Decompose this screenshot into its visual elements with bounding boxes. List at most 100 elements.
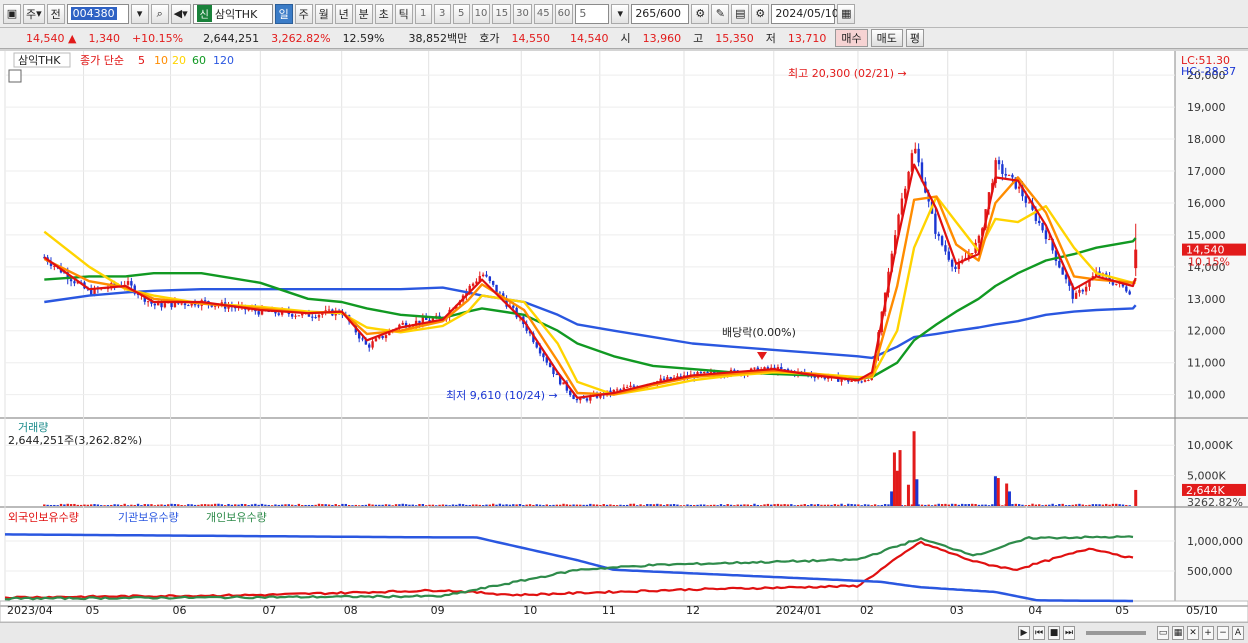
volume-bar: [756, 504, 760, 506]
drawing-tools-icon[interactable]: ✎: [711, 3, 730, 24]
count-field[interactable]: 265/600: [631, 3, 690, 24]
code-dropdown-icon[interactable]: ▾: [130, 3, 149, 24]
minute-3-button[interactable]: 3: [433, 3, 451, 24]
ma-legend-period: 10: [154, 54, 168, 67]
volume-bar: [625, 504, 629, 506]
volume-bar: [679, 505, 682, 506]
volume-bar: [150, 504, 153, 506]
sell-button[interactable]: 매도: [870, 29, 903, 47]
volume-bar: [327, 504, 331, 506]
zoom-in-button[interactable]: +: [1202, 626, 1214, 640]
stop-button[interactable]: ■: [1048, 626, 1060, 640]
period-year-button[interactable]: 년: [334, 3, 353, 24]
font-size-button[interactable]: A: [1232, 626, 1244, 640]
search-icon[interactable]: ⌕: [150, 3, 169, 24]
price-tick-label: 13,000: [1187, 293, 1226, 306]
volume-bar: [445, 504, 448, 506]
forward-button[interactable]: ⏭: [1063, 626, 1075, 640]
volume-bar: [636, 505, 639, 506]
crosshair-icon[interactable]: ✕: [1187, 626, 1199, 640]
volume-bar: [1105, 503, 1108, 506]
period-week-button[interactable]: 주: [294, 3, 313, 24]
volume-bar: [401, 503, 404, 506]
volume-bar: [806, 505, 810, 506]
volume-tick-label: 10,000K: [1187, 439, 1233, 452]
candle-body: [1001, 164, 1004, 174]
save-icon[interactable]: ▤: [731, 3, 750, 24]
candle-settings-icon[interactable]: ⚙: [691, 3, 710, 24]
volume-bar: [1051, 503, 1054, 506]
volume-bar: [706, 505, 709, 506]
holdings-tick-label: 500,000: [1187, 565, 1233, 578]
volume-bar: [421, 503, 425, 506]
period-day-button[interactable]: 일: [274, 3, 293, 24]
period-minute-button[interactable]: 분: [354, 3, 373, 24]
volume-bar: [451, 504, 455, 506]
prev-button[interactable]: 전: [46, 3, 65, 24]
volume-bar: [180, 504, 183, 506]
calendar-icon[interactable]: ▦: [837, 3, 856, 24]
minute-5-button[interactable]: 5: [452, 3, 470, 24]
candle-body: [629, 385, 632, 388]
minute-15-button[interactable]: 15: [492, 3, 512, 24]
interval-dropdown-icon[interactable]: ▾: [611, 3, 630, 24]
date-input[interactable]: 2024/05/10: [771, 3, 839, 24]
zoom-out-button[interactable]: −: [1217, 626, 1229, 640]
volume-bar: [217, 503, 220, 506]
volume-bar: [337, 505, 341, 506]
volume-bar: [394, 504, 398, 506]
candle-body: [69, 279, 73, 282]
volume-title: 거래량: [18, 421, 48, 434]
volume-bar: [116, 504, 120, 506]
high-annotation: 최고 20,300 (02/21) →: [788, 67, 907, 80]
candle-body: [703, 371, 706, 374]
change-percent: +10.15%: [131, 31, 184, 45]
volume-bar: [230, 504, 234, 506]
buy-button[interactable]: 매수: [835, 29, 868, 47]
volume-bar: [853, 504, 857, 506]
volume-spike-bar: [1007, 491, 1011, 506]
evaluate-button[interactable]: 평: [905, 29, 924, 47]
volume-bar: [1091, 504, 1095, 506]
candle-body: [146, 301, 150, 303]
candle-body: [706, 371, 709, 373]
minute-1-button[interactable]: 1: [414, 3, 432, 24]
volume-bar: [130, 504, 133, 506]
volume-bar: [391, 505, 394, 506]
minute-30-button[interactable]: 30: [513, 3, 532, 24]
rewind-button[interactable]: ⏮: [1033, 626, 1045, 640]
price-tick-label: 16,000: [1187, 197, 1226, 210]
minute-45-button[interactable]: 45: [533, 3, 553, 24]
period-tick-button[interactable]: 틱: [394, 3, 413, 24]
volume-bar: [803, 504, 806, 506]
minute-60-button[interactable]: 60: [554, 3, 574, 24]
volume-bar: [991, 504, 994, 506]
trade-value: 38,852백만: [408, 32, 468, 45]
period-second-button[interactable]: 초: [374, 3, 393, 24]
zoom-slider[interactable]: [1086, 631, 1146, 635]
volume-bar: [491, 503, 495, 506]
high-label: 고: [693, 32, 704, 45]
volume-bar: [863, 504, 867, 506]
price-tick-label: 19,000: [1187, 101, 1226, 114]
volume-bar: [324, 504, 327, 506]
candle-body: [1128, 291, 1131, 295]
volume-bar: [518, 503, 522, 506]
volume-bar: [796, 504, 800, 506]
chart-type-icon[interactable]: ▣: [3, 3, 21, 24]
candle-body: [1048, 239, 1051, 241]
market-select[interactable]: 주 ▾: [23, 3, 45, 24]
layout-icon[interactable]: ▭: [1157, 626, 1169, 640]
volume-bar: [227, 503, 230, 506]
ask-label: 호가: [479, 32, 500, 45]
volume-bar: [857, 504, 860, 506]
stock-code-input[interactable]: 004380: [66, 3, 129, 24]
grid-icon[interactable]: ▦: [1172, 626, 1184, 640]
speaker-icon[interactable]: ◀▾: [170, 3, 191, 24]
period-month-button[interactable]: 월: [314, 3, 333, 24]
minute-10-button[interactable]: 10: [471, 3, 491, 24]
interval-input[interactable]: 5: [575, 3, 610, 24]
gear-icon[interactable]: ⚙: [751, 3, 770, 24]
scroll-right-button[interactable]: ▶: [1018, 626, 1030, 640]
volume-bar: [1034, 504, 1038, 506]
